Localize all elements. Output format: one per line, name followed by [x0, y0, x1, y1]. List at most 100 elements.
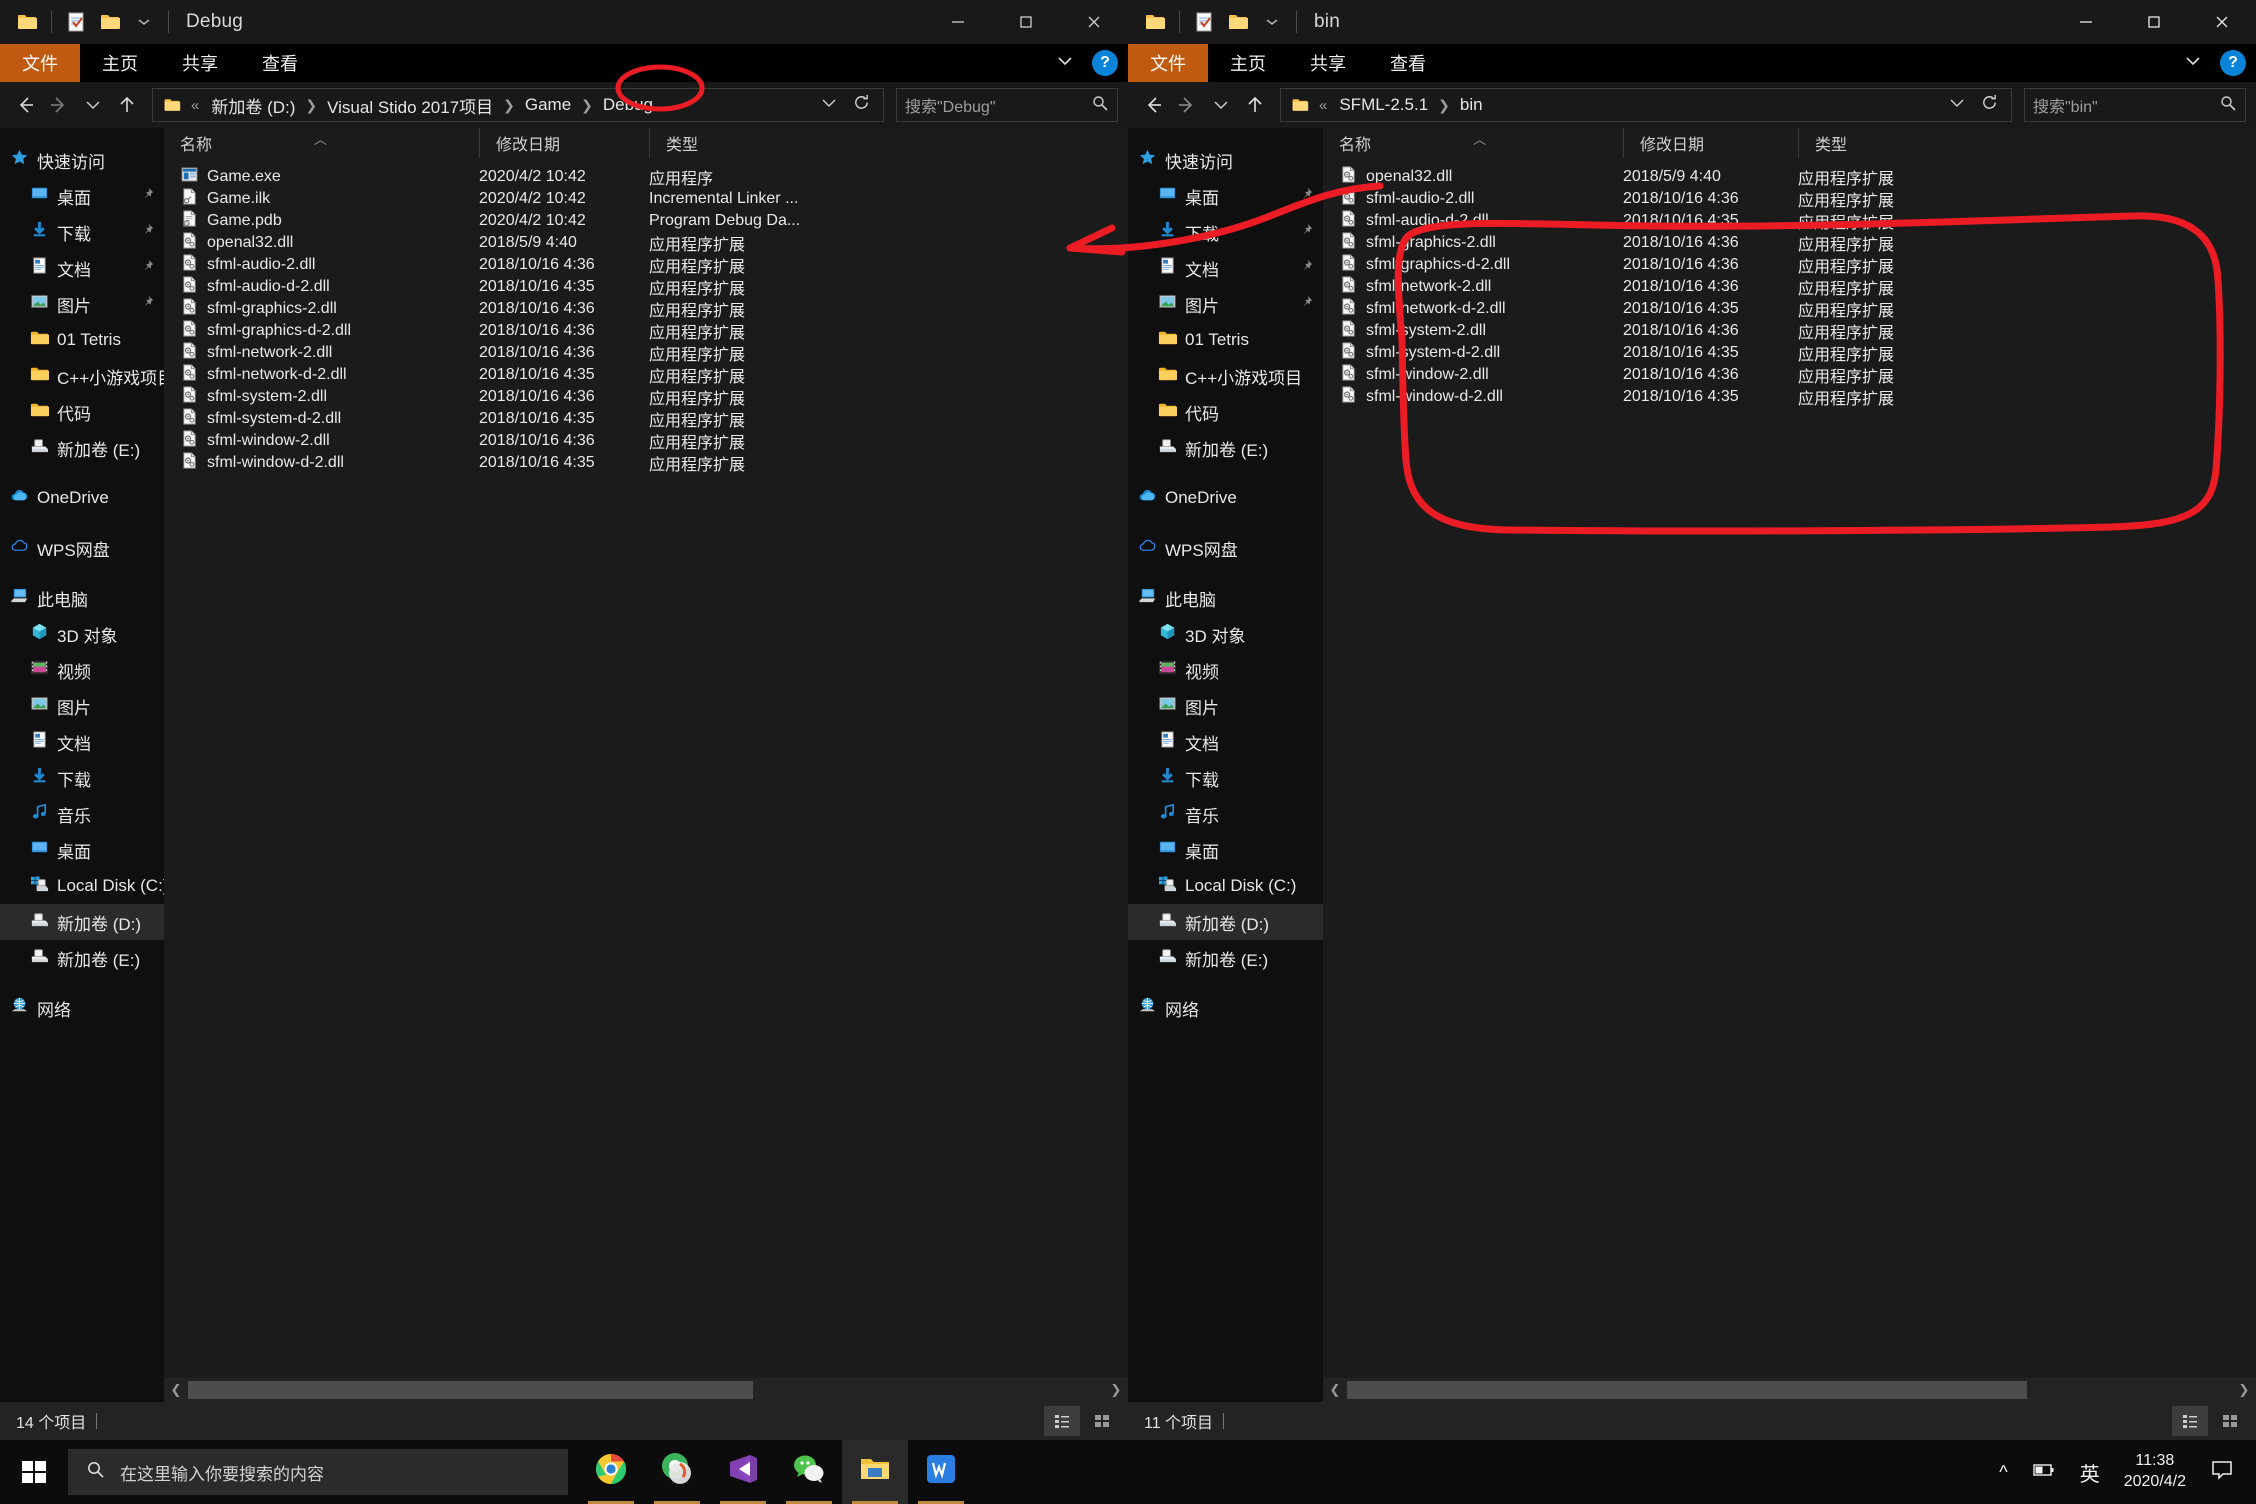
right-search-box[interactable]: 搜索"bin"	[2024, 88, 2246, 122]
file-name-cell[interactable]: openal32.dll	[164, 231, 479, 255]
left-up-button[interactable]	[112, 89, 142, 121]
table-row[interactable]: sfml-system-2.dll 2018/10/16 4:36 应用程序扩展	[164, 386, 1128, 408]
taskbar-360-browser-icon[interactable]	[644, 1440, 710, 1504]
sidebar-item-文档[interactable]: 文档	[0, 250, 164, 286]
file-name-cell[interactable]: sfml-system-2.dll	[1323, 319, 1623, 343]
sidebar-item-新加卷e[interactable]: 新加卷 (E:)	[0, 940, 164, 976]
sidebar-item-桌面[interactable]: 桌面	[0, 178, 164, 214]
file-name-cell[interactable]: Game.ilk	[164, 187, 479, 211]
breadcrumb-chevron-icon[interactable]: ❯	[579, 97, 595, 114]
refresh-icon[interactable]	[852, 93, 871, 117]
left-back-button[interactable]	[10, 89, 40, 121]
file-name-cell[interactable]: Game.pdb	[164, 209, 479, 233]
folder-icon[interactable]	[1138, 5, 1172, 39]
scroll-right-icon[interactable]: ❯	[2232, 1378, 2256, 1402]
help-icon[interactable]: ?	[2220, 50, 2246, 76]
new-folder-icon[interactable]	[1221, 5, 1255, 39]
sidebar-item-视频[interactable]: 视频	[1128, 652, 1323, 688]
sidebar-item-此电脑[interactable]: 此电脑	[1128, 580, 1323, 616]
file-name-cell[interactable]: sfml-window-d-2.dll	[164, 451, 479, 475]
file-name-cell[interactable]: sfml-network-2.dll	[164, 341, 479, 365]
file-name-cell[interactable]: sfml-audio-2.dll	[1323, 187, 1623, 211]
left-recent-locations-button[interactable]	[78, 89, 108, 121]
left-search-box[interactable]: 搜索"Debug"	[896, 88, 1118, 122]
right-scroll-thumb[interactable]	[1347, 1381, 2027, 1399]
pin-icon[interactable]	[1299, 258, 1313, 278]
file-name-cell[interactable]: sfml-audio-2.dll	[164, 253, 479, 277]
sidebar-item-01tetris[interactable]: 01 Tetris	[0, 322, 164, 358]
start-button[interactable]	[0, 1440, 68, 1504]
table-row[interactable]: Game.ilk 2020/4/2 10:42 Incremental Linker…	[164, 188, 1128, 210]
left-titlebar[interactable]: Debug	[0, 0, 1128, 44]
expand-ribbon-chevron-icon[interactable]	[1054, 50, 1076, 77]
file-name-cell[interactable]: sfml-audio-d-2.dll	[164, 275, 479, 299]
sidebar-item-新加卷d[interactable]: 新加卷 (D:)	[0, 904, 164, 940]
sidebar-item-视频[interactable]: 视频	[0, 652, 164, 688]
sidebar-item-音乐[interactable]: 音乐	[1128, 796, 1323, 832]
sidebar-item-新加卷e[interactable]: 新加卷 (E:)	[0, 430, 164, 466]
file-name-cell[interactable]: sfml-window-2.dll	[1323, 363, 1623, 387]
file-name-cell[interactable]: sfml-audio-d-2.dll	[1323, 209, 1623, 233]
table-row[interactable]: Game.pdb 2020/4/2 10:42 Program Debug Da..…	[164, 210, 1128, 232]
left-tab-share[interactable]: 共享	[160, 44, 240, 82]
right-recent-locations-button[interactable]	[1206, 89, 1236, 121]
sidebar-item-3d对象[interactable]: 3D 对象	[1128, 616, 1323, 652]
pin-icon[interactable]	[140, 294, 154, 314]
table-row[interactable]: sfml-audio-2.dll 2018/10/16 4:36 应用程序扩展	[1323, 188, 2256, 210]
left-maximize-button[interactable]	[992, 0, 1060, 44]
breadcrumb-chevron-icon[interactable]: ❯	[1436, 97, 1452, 114]
sidebar-item-桌面[interactable]: 桌面	[1128, 178, 1323, 214]
file-name-cell[interactable]: sfml-graphics-2.dll	[1323, 231, 1623, 255]
pin-icon[interactable]	[140, 186, 154, 206]
left-breadcrumb[interactable]: « 新加卷 (D:) ❯ Visual Stido 2017项目 ❯ Game …	[152, 88, 884, 122]
table-row[interactable]: sfml-network-d-2.dll 2018/10/16 4:35 应用程序扩…	[1323, 298, 2256, 320]
table-row[interactable]: sfml-audio-2.dll 2018/10/16 4:36 应用程序扩展	[164, 254, 1128, 276]
taskbar-search-box[interactable]: 在这里输入你要搜索的内容	[68, 1449, 568, 1495]
sidebar-item-桌面[interactable]: 桌面	[0, 832, 164, 868]
file-name-cell[interactable]: openal32.dll	[1323, 165, 1623, 189]
right-tab-file[interactable]: 文件	[1128, 44, 1208, 82]
sidebar-item-c++小游戏项目[interactable]: C++小游戏项目	[0, 358, 164, 394]
properties-icon[interactable]	[1187, 5, 1221, 39]
sidebar-item-音乐[interactable]: 音乐	[0, 796, 164, 832]
sidebar-item-onedrive[interactable]: OneDrive	[0, 480, 164, 516]
right-minimize-button[interactable]	[2052, 0, 2120, 44]
file-name-cell[interactable]: sfml-network-d-2.dll	[1323, 297, 1623, 321]
pin-icon[interactable]	[140, 222, 154, 242]
left-close-button[interactable]	[1060, 0, 1128, 44]
right-up-button[interactable]	[1240, 89, 1270, 121]
left-tab-file[interactable]: 文件	[0, 44, 80, 82]
right-navigation-pane[interactable]: 快速访问 桌面 下载 文档 图片 01 Tetris C++小游戏项目 代码 新加卷 (E:) O…	[1128, 128, 1323, 1402]
breadcrumb-item-1[interactable]: bin	[1454, 95, 1489, 115]
breadcrumb-overflow-icon[interactable]: «	[187, 97, 203, 114]
sidebar-item-wps网盘[interactable]: WPS网盘	[1128, 530, 1323, 566]
properties-icon[interactable]	[59, 5, 93, 39]
chevron-down-icon[interactable]	[1255, 5, 1289, 39]
left-scroll-track[interactable]	[188, 1378, 1104, 1402]
file-name-cell[interactable]: sfml-window-2.dll	[164, 429, 479, 453]
pin-icon[interactable]	[140, 258, 154, 278]
notification-icon[interactable]	[2210, 1459, 2234, 1486]
sidebar-item-快速访问[interactable]: 快速访问	[0, 142, 164, 178]
sidebar-item-新加卷d[interactable]: 新加卷 (D:)	[1128, 904, 1323, 940]
sidebar-item-文档[interactable]: 文档	[1128, 724, 1323, 760]
sidebar-item-下载[interactable]: 下载	[0, 214, 164, 250]
battery-icon[interactable]	[2032, 1461, 2056, 1484]
taskbar-clock[interactable]: 11:38 2020/4/2	[2124, 1451, 2186, 1493]
right-horizontal-scrollbar[interactable]: ❮ ❯	[1323, 1378, 2256, 1402]
left-file-list-pane[interactable]: 名称 ︿ 修改日期 类型 Game.exe 2020/4/2 10:42 应用程序 G…	[164, 128, 1128, 1402]
sidebar-item-图片[interactable]: 图片	[0, 286, 164, 322]
taskbar-wps-icon[interactable]	[908, 1440, 974, 1504]
ime-language-indicator[interactable]: 英	[2080, 1458, 2100, 1487]
table-row[interactable]: sfml-window-2.dll 2018/10/16 4:36 应用程序扩展	[1323, 364, 2256, 386]
left-quick-access-toolbar[interactable]	[0, 5, 176, 39]
scroll-left-icon[interactable]: ❮	[164, 1378, 188, 1402]
table-row[interactable]: openal32.dll 2018/5/9 4:40 应用程序扩展	[164, 232, 1128, 254]
right-quick-access-toolbar[interactable]	[1128, 5, 1304, 39]
search-icon[interactable]	[1091, 94, 1109, 117]
table-row[interactable]: sfml-graphics-d-2.dll 2018/10/16 4:36 应用程序…	[164, 320, 1128, 342]
right-breadcrumb[interactable]: « SFML-2.5.1 ❯ bin	[1280, 88, 2012, 122]
file-name-cell[interactable]: sfml-network-d-2.dll	[164, 363, 479, 387]
file-name-cell[interactable]: sfml-system-d-2.dll	[164, 407, 479, 431]
table-row[interactable]: sfml-window-d-2.dll 2018/10/16 4:35 应用程序扩展	[164, 452, 1128, 474]
